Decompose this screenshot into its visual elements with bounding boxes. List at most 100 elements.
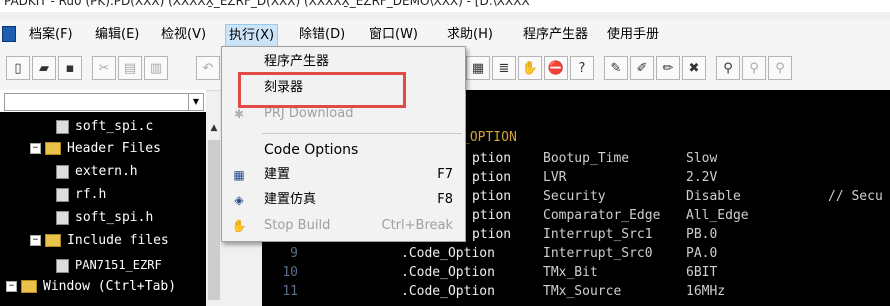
tree-item-label: rf.h	[75, 187, 107, 202]
code-key: Bootup_Time	[543, 151, 630, 166]
cut-icon[interactable]: ✂	[92, 56, 116, 80]
menu-file[interactable]: 档案(F)	[26, 24, 76, 46]
pen-multi-icon[interactable]: ✐	[630, 56, 654, 80]
folder-icon	[45, 234, 61, 247]
folder-icon	[21, 280, 37, 293]
menu-window[interactable]: 窗口(W)	[366, 24, 421, 46]
menu-help[interactable]: 求助(H)	[444, 24, 496, 46]
tree-item-label: extern.h	[75, 164, 138, 179]
code-directive: ption	[472, 170, 512, 185]
scroll-up-icon[interactable]: ▲	[206, 120, 222, 136]
find-replace-icon[interactable]: ⚲	[768, 56, 792, 80]
copy-icon[interactable]: ▤	[118, 56, 142, 80]
menu-item-stop-build[interactable]: ✋ Stop Build Ctrl+Break	[222, 215, 465, 237]
tree-item[interactable]: soft_spi.h	[56, 207, 153, 229]
menu-item-label: Stop Build	[264, 218, 331, 233]
code-line: ption	[472, 206, 511, 225]
tree-item[interactable]: soft_spi.c	[56, 116, 153, 138]
code-value: PB.0	[686, 227, 718, 242]
code-key: Security	[543, 189, 606, 204]
code-key: TMx_Bit	[543, 265, 598, 280]
line-number: 10	[282, 265, 298, 280]
folder-icon	[45, 142, 61, 155]
menu-edit[interactable]: 编辑(E)	[92, 24, 142, 46]
tree-item-label: soft_spi.h	[75, 210, 154, 225]
code-value: 6BIT	[686, 265, 718, 280]
code-value: 2.2V	[686, 170, 718, 185]
pen-icon[interactable]: ✎	[604, 56, 628, 80]
undo-icon[interactable]: ↶	[196, 56, 220, 80]
code-line: ption	[472, 168, 511, 187]
menu-run[interactable]: 执行(X)	[225, 24, 279, 48]
menu-user-manual[interactable]: 使用手册	[604, 24, 662, 46]
collapse-icon[interactable]: −	[6, 281, 17, 292]
build-icon: ▦	[233, 168, 245, 182]
code-key: LVR	[543, 170, 567, 185]
code-directive: .Code_Option	[401, 265, 495, 280]
project-combo[interactable]: ▼	[4, 93, 204, 111]
tree-item[interactable]: PAN7151_EZRF	[56, 254, 162, 276]
menu-item-build-emulate[interactable]: ◈ 建置仿真 F8	[222, 189, 465, 211]
menu-item-label: 建置仿真	[264, 192, 317, 207]
menu-item-shortcut: F8	[437, 192, 453, 207]
file-icon	[56, 187, 69, 202]
code-value: Disable	[686, 189, 741, 204]
menu-debug[interactable]: 除错(D)	[296, 24, 348, 46]
menu-view[interactable]: 检视(V)	[158, 24, 209, 46]
build-emulate-icon: ◈	[234, 193, 244, 207]
hand-icon[interactable]: ✋	[518, 56, 542, 80]
scrollbar-thumb[interactable]	[208, 140, 220, 300]
window-title: PADKIT - Ru0 (PK).PD(XXX) (XXXXX̱_EZRF_D…	[4, 0, 530, 8]
menu-item-shortcut: F7	[437, 167, 453, 182]
code-line: .Code_Option	[401, 282, 495, 301]
stop-hand-icon[interactable]: ⛔	[544, 56, 568, 80]
find-next-icon[interactable]: ⚲	[742, 56, 766, 80]
toolbar-tool-icon[interactable]: ▦	[466, 56, 490, 80]
menu-item-shortcut: Ctrl+Break	[381, 218, 454, 233]
menu-separator	[262, 133, 462, 134]
collapse-icon[interactable]: −	[30, 143, 41, 154]
code-directive: .Code_Option	[401, 284, 495, 299]
tree-folder[interactable]: − Include files	[30, 230, 169, 252]
chevron-down-icon[interactable]: ▼	[188, 94, 203, 110]
code-directive: ption	[472, 189, 512, 204]
code-key: TMx_Source	[543, 284, 622, 299]
code-directive: .Code_Option	[401, 246, 495, 261]
code-line: .Code_Option	[401, 244, 495, 263]
stop-build-icon: ✋	[231, 219, 247, 233]
tree-folder[interactable]: − Header Files	[30, 138, 161, 160]
tree-item[interactable]: extern.h	[56, 161, 138, 183]
pen-clear-icon[interactable]: ✖	[682, 56, 706, 80]
code-directive: ption	[472, 151, 512, 166]
new-file-icon[interactable]: ▯	[6, 56, 30, 80]
code-key: Interrupt_Src1	[543, 227, 653, 242]
find-icon[interactable]: ⚲	[716, 56, 740, 80]
paste-icon[interactable]: ▥	[144, 56, 168, 80]
menu-item-code-options[interactable]: Code Options	[222, 139, 465, 161]
help-icon[interactable]: ?	[570, 56, 594, 80]
code-comment: // Secu	[828, 189, 883, 204]
code-line: .Code_Option	[401, 263, 495, 282]
menu-code-generator[interactable]: 程序产生器	[520, 24, 591, 46]
code-value: PA.0	[686, 246, 718, 261]
tree-item-label: Header Files	[67, 141, 161, 156]
collapse-icon[interactable]: −	[30, 235, 41, 246]
window-title-bar: PADKIT - Ru0 (PK).PD(XXX) (XXXXX̱_EZRF_D…	[0, 0, 890, 12]
code-line: ption	[472, 225, 511, 244]
open-folder-icon[interactable]: ▰	[32, 56, 56, 80]
project-tree: soft_spi.c − Header Files extern.h rf.h s…	[0, 112, 206, 306]
code-value: All_Edge	[686, 208, 749, 223]
menu-item-build[interactable]: ▦ 建置 F7	[222, 164, 465, 186]
tree-item[interactable]: rf.h	[56, 184, 106, 206]
pen-double-icon[interactable]: ✏	[656, 56, 680, 80]
step-icon[interactable]: ≣	[492, 56, 516, 80]
tree-item-label: soft_spi.c	[75, 119, 154, 134]
menu-item-label: 建置	[264, 167, 291, 182]
tree-item-label: Window (Ctrl+Tab)	[43, 279, 177, 294]
save-icon[interactable]: ▪	[58, 56, 82, 80]
tree-folder[interactable]: − Window (Ctrl+Tab)	[6, 276, 176, 298]
menu-item-code-generator[interactable]: 程序产生器	[222, 51, 465, 73]
file-icon	[56, 119, 69, 134]
file-icon	[56, 164, 69, 179]
code-directive: ption	[472, 227, 512, 242]
